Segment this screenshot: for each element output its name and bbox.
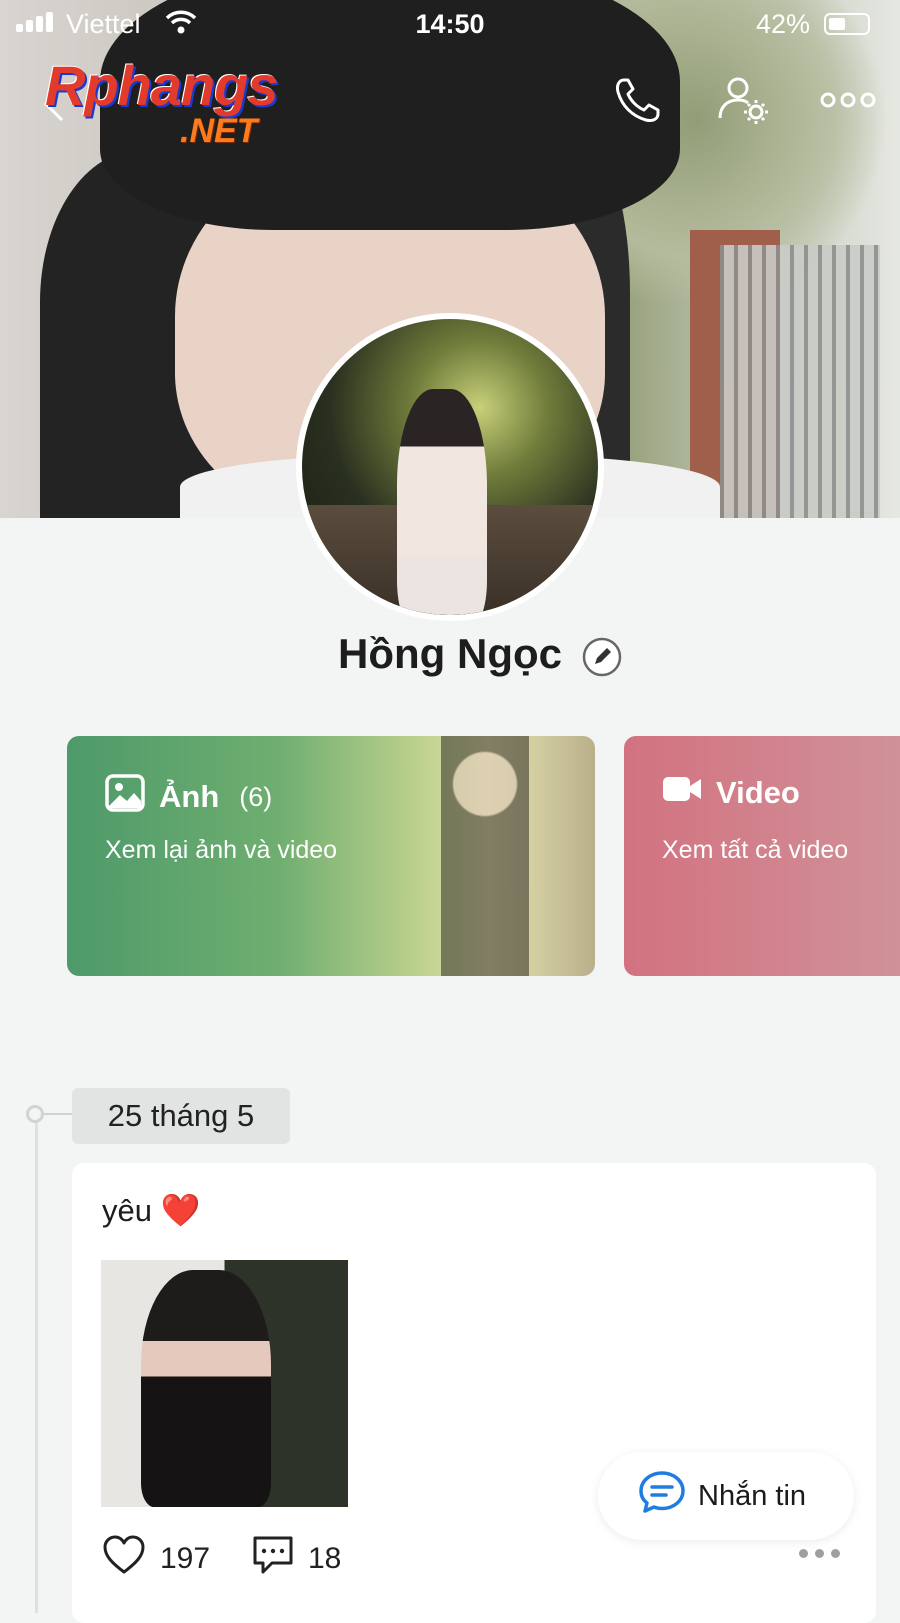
post-text: yêu ❤️ bbox=[102, 1191, 200, 1229]
status-bar: Viettel 14:50 42% bbox=[0, 0, 900, 50]
comment-icon bbox=[252, 1535, 294, 1583]
edit-pencil-icon[interactable] bbox=[582, 637, 622, 677]
timeline-connector bbox=[44, 1113, 72, 1115]
phone-icon[interactable] bbox=[610, 72, 666, 128]
post-emoji: ❤️ bbox=[160, 1192, 201, 1228]
post-photo-person bbox=[141, 1270, 271, 1507]
timeline-dot bbox=[26, 1105, 44, 1123]
more-dots-icon[interactable] bbox=[820, 72, 876, 128]
avatar-person bbox=[397, 389, 487, 615]
like-count: 197 bbox=[160, 1542, 211, 1575]
watermark-line1: Rphangs bbox=[45, 54, 279, 117]
timeline-line bbox=[35, 1113, 38, 1613]
post-card[interactable]: yêu ❤️ 197 18 bbox=[72, 1163, 876, 1623]
message-button[interactable]: Nhắn tin bbox=[598, 1452, 854, 1540]
comment-button[interactable]: 18 bbox=[252, 1535, 341, 1583]
image-icon bbox=[105, 774, 145, 820]
message-button-label: Nhắn tin bbox=[698, 1479, 807, 1512]
photos-card-count: (6) bbox=[239, 781, 273, 812]
watermark-logo: Rphangs .NET bbox=[45, 54, 279, 150]
video-camera-icon bbox=[662, 774, 702, 812]
photos-card-image bbox=[375, 736, 595, 976]
avatar[interactable] bbox=[296, 313, 604, 621]
videos-card[interactable]: Video Xem tất cả video bbox=[624, 736, 900, 976]
heart-icon bbox=[102, 1535, 146, 1583]
videos-card-title: Video bbox=[716, 775, 800, 810]
post-more-icon[interactable] bbox=[799, 1549, 840, 1558]
videos-card-subtitle: Xem tất cả video bbox=[662, 836, 849, 864]
chat-bubble-icon bbox=[638, 1470, 686, 1522]
post-photo[interactable] bbox=[101, 1260, 348, 1507]
comment-count: 18 bbox=[308, 1542, 342, 1575]
battery-percent: 42% bbox=[755, 9, 810, 39]
photos-card[interactable]: Ảnh (6) Xem lại ảnh và video bbox=[67, 736, 595, 976]
user-settings-icon[interactable] bbox=[716, 72, 772, 128]
post-caption: yêu bbox=[102, 1193, 152, 1228]
photos-card-subtitle: Xem lại ảnh và video bbox=[105, 836, 338, 864]
timeline-date: 25 tháng 5 bbox=[72, 1088, 290, 1144]
profile-name: Hồng Ngọc bbox=[338, 630, 562, 677]
cover-gate bbox=[720, 245, 880, 518]
photos-card-title: Ảnh bbox=[159, 779, 220, 814]
watermark-line2: .NET bbox=[180, 112, 258, 150]
like-button[interactable]: 197 bbox=[102, 1535, 210, 1583]
battery-icon bbox=[824, 13, 870, 35]
